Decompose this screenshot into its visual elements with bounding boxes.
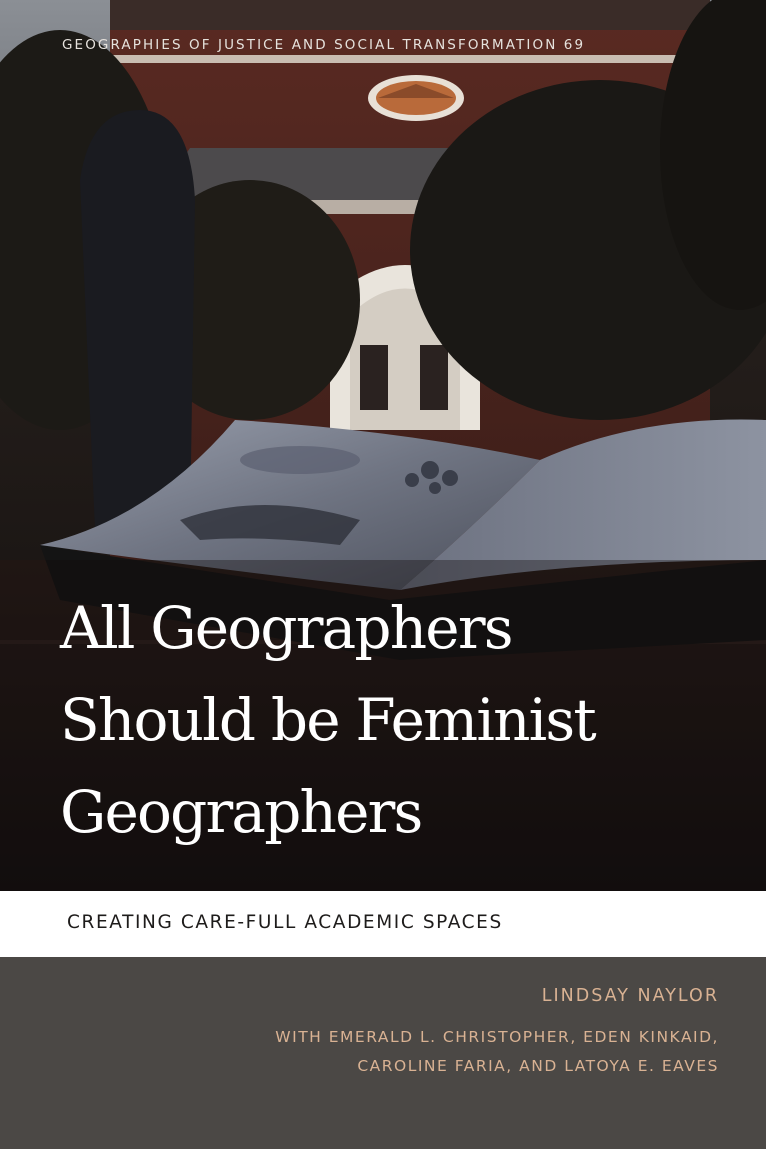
title-line-1: All Geographers xyxy=(60,594,514,662)
title-line-2: Should be Feminist xyxy=(60,686,597,754)
author-panel: LINDSAY NAYLOR WITH EMERALD L. CHRISTOPH… xyxy=(0,957,766,1149)
subtitle-band: CREATING CARE-FULL ACADEMIC SPACES xyxy=(0,891,766,957)
series-name: GEOGRAPHIES OF JUSTICE AND SOCIAL TRANSF… xyxy=(62,37,586,53)
contributors: WITH EMERALD L. CHRISTOPHER, EDEN KINKAI… xyxy=(275,1023,719,1081)
author-name: LINDSAY NAYLOR xyxy=(541,986,719,1006)
title-line-3: Geographers xyxy=(60,778,423,846)
cover-photo: GEOGRAPHIES OF JUSTICE AND SOCIAL TRANSF… xyxy=(0,0,766,891)
contributors-line-2: CAROLINE FARIA, AND LATOYA E. EAVES xyxy=(357,1057,719,1075)
book-cover: GEOGRAPHIES OF JUSTICE AND SOCIAL TRANSF… xyxy=(0,0,766,1149)
book-subtitle: CREATING CARE-FULL ACADEMIC SPACES xyxy=(67,912,503,933)
contributors-line-1: WITH EMERALD L. CHRISTOPHER, EDEN KINKAI… xyxy=(275,1028,719,1046)
book-title: All Geographers Should be Feminist Geogr… xyxy=(60,582,750,858)
